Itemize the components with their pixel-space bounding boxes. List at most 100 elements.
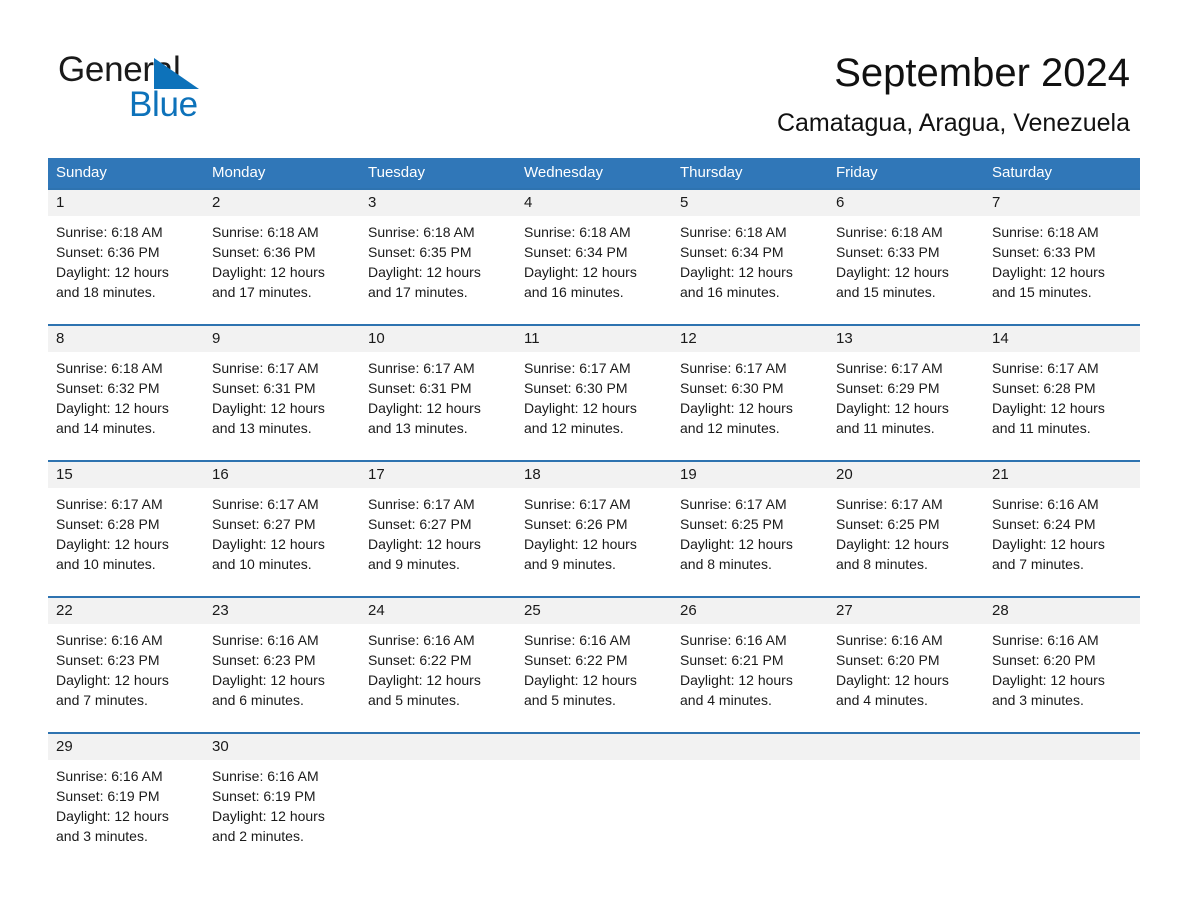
day-number[interactable]: 18 — [516, 462, 672, 488]
daylight-text-line1: Daylight: 12 hours — [680, 264, 793, 280]
day-number[interactable]: 11 — [516, 326, 672, 352]
day-cell[interactable]: Sunrise: 6:17 AM Sunset: 6:30 PM Dayligh… — [516, 352, 672, 460]
day-number[interactable]: 19 — [672, 462, 828, 488]
day-number[interactable]: 17 — [360, 462, 516, 488]
day-cell-empty — [984, 760, 1140, 878]
daylight-text-line1: Daylight: 12 hours — [368, 672, 481, 688]
day-cell[interactable]: Sunrise: 6:18 AM Sunset: 6:34 PM Dayligh… — [516, 216, 672, 324]
daylight-text-line2: and 12 minutes. — [680, 420, 780, 436]
day-number[interactable]: 16 — [204, 462, 360, 488]
sunset-text: Sunset: 6:25 PM — [836, 516, 940, 532]
day-cell[interactable]: Sunrise: 6:18 AM Sunset: 6:32 PM Dayligh… — [48, 352, 204, 460]
day-number[interactable]: 10 — [360, 326, 516, 352]
day-number[interactable]: 23 — [204, 598, 360, 624]
daylight-text-line1: Daylight: 12 hours — [680, 536, 793, 552]
sunrise-text: Sunrise: 6:17 AM — [836, 360, 943, 376]
day-number[interactable]: 9 — [204, 326, 360, 352]
day-number[interactable]: 3 — [360, 190, 516, 216]
day-cell[interactable]: Sunrise: 6:17 AM Sunset: 6:25 PM Dayligh… — [828, 488, 984, 596]
general-blue-logo[interactable]: General Blue — [58, 50, 398, 130]
day-number[interactable]: 27 — [828, 598, 984, 624]
day-cell[interactable]: Sunrise: 6:17 AM Sunset: 6:27 PM Dayligh… — [360, 488, 516, 596]
day-cell[interactable]: Sunrise: 6:17 AM Sunset: 6:29 PM Dayligh… — [828, 352, 984, 460]
sunset-text: Sunset: 6:34 PM — [680, 244, 784, 260]
day-number[interactable]: 7 — [984, 190, 1140, 216]
day-cell[interactable]: Sunrise: 6:17 AM Sunset: 6:26 PM Dayligh… — [516, 488, 672, 596]
day-cell[interactable]: Sunrise: 6:16 AM Sunset: 6:24 PM Dayligh… — [984, 488, 1140, 596]
sunrise-text: Sunrise: 6:17 AM — [368, 496, 475, 512]
day-cell[interactable]: Sunrise: 6:18 AM Sunset: 6:35 PM Dayligh… — [360, 216, 516, 324]
day-number[interactable]: 21 — [984, 462, 1140, 488]
day-number[interactable]: 1 — [48, 190, 204, 216]
day-cell[interactable]: Sunrise: 6:16 AM Sunset: 6:20 PM Dayligh… — [984, 624, 1140, 732]
daylight-text-line2: and 6 minutes. — [212, 692, 304, 708]
sunset-text: Sunset: 6:23 PM — [56, 652, 160, 668]
daylight-text-line2: and 9 minutes. — [368, 556, 460, 572]
daylight-text-line2: and 11 minutes. — [836, 420, 935, 436]
daylight-text-line2: and 7 minutes. — [992, 556, 1084, 572]
daylight-text-line1: Daylight: 12 hours — [56, 400, 169, 416]
day-number[interactable]: 20 — [828, 462, 984, 488]
day-cell[interactable]: Sunrise: 6:17 AM Sunset: 6:31 PM Dayligh… — [360, 352, 516, 460]
day-cell[interactable]: Sunrise: 6:18 AM Sunset: 6:34 PM Dayligh… — [672, 216, 828, 324]
sunset-text: Sunset: 6:33 PM — [836, 244, 940, 260]
day-number[interactable]: 24 — [360, 598, 516, 624]
day-number[interactable]: 5 — [672, 190, 828, 216]
day-cell[interactable]: Sunrise: 6:17 AM Sunset: 6:28 PM Dayligh… — [984, 352, 1140, 460]
sunset-text: Sunset: 6:25 PM — [680, 516, 784, 532]
day-cell[interactable]: Sunrise: 6:17 AM Sunset: 6:25 PM Dayligh… — [672, 488, 828, 596]
day-number[interactable]: 25 — [516, 598, 672, 624]
day-cell[interactable]: Sunrise: 6:17 AM Sunset: 6:28 PM Dayligh… — [48, 488, 204, 596]
day-cell[interactable]: Sunrise: 6:16 AM Sunset: 6:23 PM Dayligh… — [48, 624, 204, 732]
day-number[interactable]: 6 — [828, 190, 984, 216]
daylight-text-line1: Daylight: 12 hours — [992, 400, 1105, 416]
daylight-text-line1: Daylight: 12 hours — [992, 672, 1105, 688]
day-number[interactable]: 28 — [984, 598, 1140, 624]
day-cell[interactable]: Sunrise: 6:16 AM Sunset: 6:21 PM Dayligh… — [672, 624, 828, 732]
day-cell[interactable]: Sunrise: 6:18 AM Sunset: 6:36 PM Dayligh… — [204, 216, 360, 324]
day-number-band: 15 16 17 18 19 20 21 — [48, 462, 1140, 488]
day-cell[interactable]: Sunrise: 6:17 AM Sunset: 6:31 PM Dayligh… — [204, 352, 360, 460]
day-number[interactable]: 12 — [672, 326, 828, 352]
daylight-text-line2: and 18 minutes. — [56, 284, 156, 300]
daylight-text-line2: and 4 minutes. — [836, 692, 928, 708]
day-number[interactable]: 14 — [984, 326, 1140, 352]
day-number-empty — [828, 734, 984, 760]
day-cell[interactable]: Sunrise: 6:16 AM Sunset: 6:23 PM Dayligh… — [204, 624, 360, 732]
day-cell[interactable]: Sunrise: 6:17 AM Sunset: 6:27 PM Dayligh… — [204, 488, 360, 596]
day-info-band: Sunrise: 6:16 AM Sunset: 6:19 PM Dayligh… — [48, 760, 1140, 878]
day-number[interactable]: 13 — [828, 326, 984, 352]
sunset-text: Sunset: 6:22 PM — [368, 652, 472, 668]
day-number[interactable]: 15 — [48, 462, 204, 488]
day-number[interactable]: 2 — [204, 190, 360, 216]
weekday-tuesday: Tuesday — [368, 164, 425, 181]
day-cell[interactable]: Sunrise: 6:16 AM Sunset: 6:20 PM Dayligh… — [828, 624, 984, 732]
day-cell[interactable]: Sunrise: 6:16 AM Sunset: 6:22 PM Dayligh… — [516, 624, 672, 732]
day-cell[interactable]: Sunrise: 6:16 AM Sunset: 6:22 PM Dayligh… — [360, 624, 516, 732]
daylight-text-line2: and 11 minutes. — [992, 420, 1091, 436]
day-cell[interactable]: Sunrise: 6:16 AM Sunset: 6:19 PM Dayligh… — [48, 760, 204, 878]
weekday-friday: Friday — [836, 164, 878, 181]
day-cell[interactable]: Sunrise: 6:17 AM Sunset: 6:30 PM Dayligh… — [672, 352, 828, 460]
daylight-text-line2: and 3 minutes. — [56, 828, 148, 844]
sunset-text: Sunset: 6:24 PM — [992, 516, 1096, 532]
sunrise-text: Sunrise: 6:16 AM — [212, 768, 319, 784]
calendar-page: General Blue September 2024 Camatagua, A… — [0, 0, 1188, 918]
day-number[interactable]: 26 — [672, 598, 828, 624]
day-cell[interactable]: Sunrise: 6:18 AM Sunset: 6:33 PM Dayligh… — [984, 216, 1140, 324]
daylight-text-line1: Daylight: 12 hours — [992, 264, 1105, 280]
sunset-text: Sunset: 6:27 PM — [368, 516, 472, 532]
daylight-text-line1: Daylight: 12 hours — [212, 264, 325, 280]
day-number[interactable]: 8 — [48, 326, 204, 352]
sunrise-text: Sunrise: 6:17 AM — [212, 496, 319, 512]
daylight-text-line2: and 13 minutes. — [368, 420, 468, 436]
day-cell[interactable]: Sunrise: 6:18 AM Sunset: 6:36 PM Dayligh… — [48, 216, 204, 324]
day-cell[interactable]: Sunrise: 6:16 AM Sunset: 6:19 PM Dayligh… — [204, 760, 360, 878]
day-cell-empty — [828, 760, 984, 878]
day-number[interactable]: 30 — [204, 734, 360, 760]
day-number[interactable]: 4 — [516, 190, 672, 216]
day-number[interactable]: 29 — [48, 734, 204, 760]
day-number[interactable]: 22 — [48, 598, 204, 624]
day-cell[interactable]: Sunrise: 6:18 AM Sunset: 6:33 PM Dayligh… — [828, 216, 984, 324]
week-row: 8 9 10 11 12 13 14 Sunrise: 6:18 AM Suns… — [48, 324, 1140, 460]
